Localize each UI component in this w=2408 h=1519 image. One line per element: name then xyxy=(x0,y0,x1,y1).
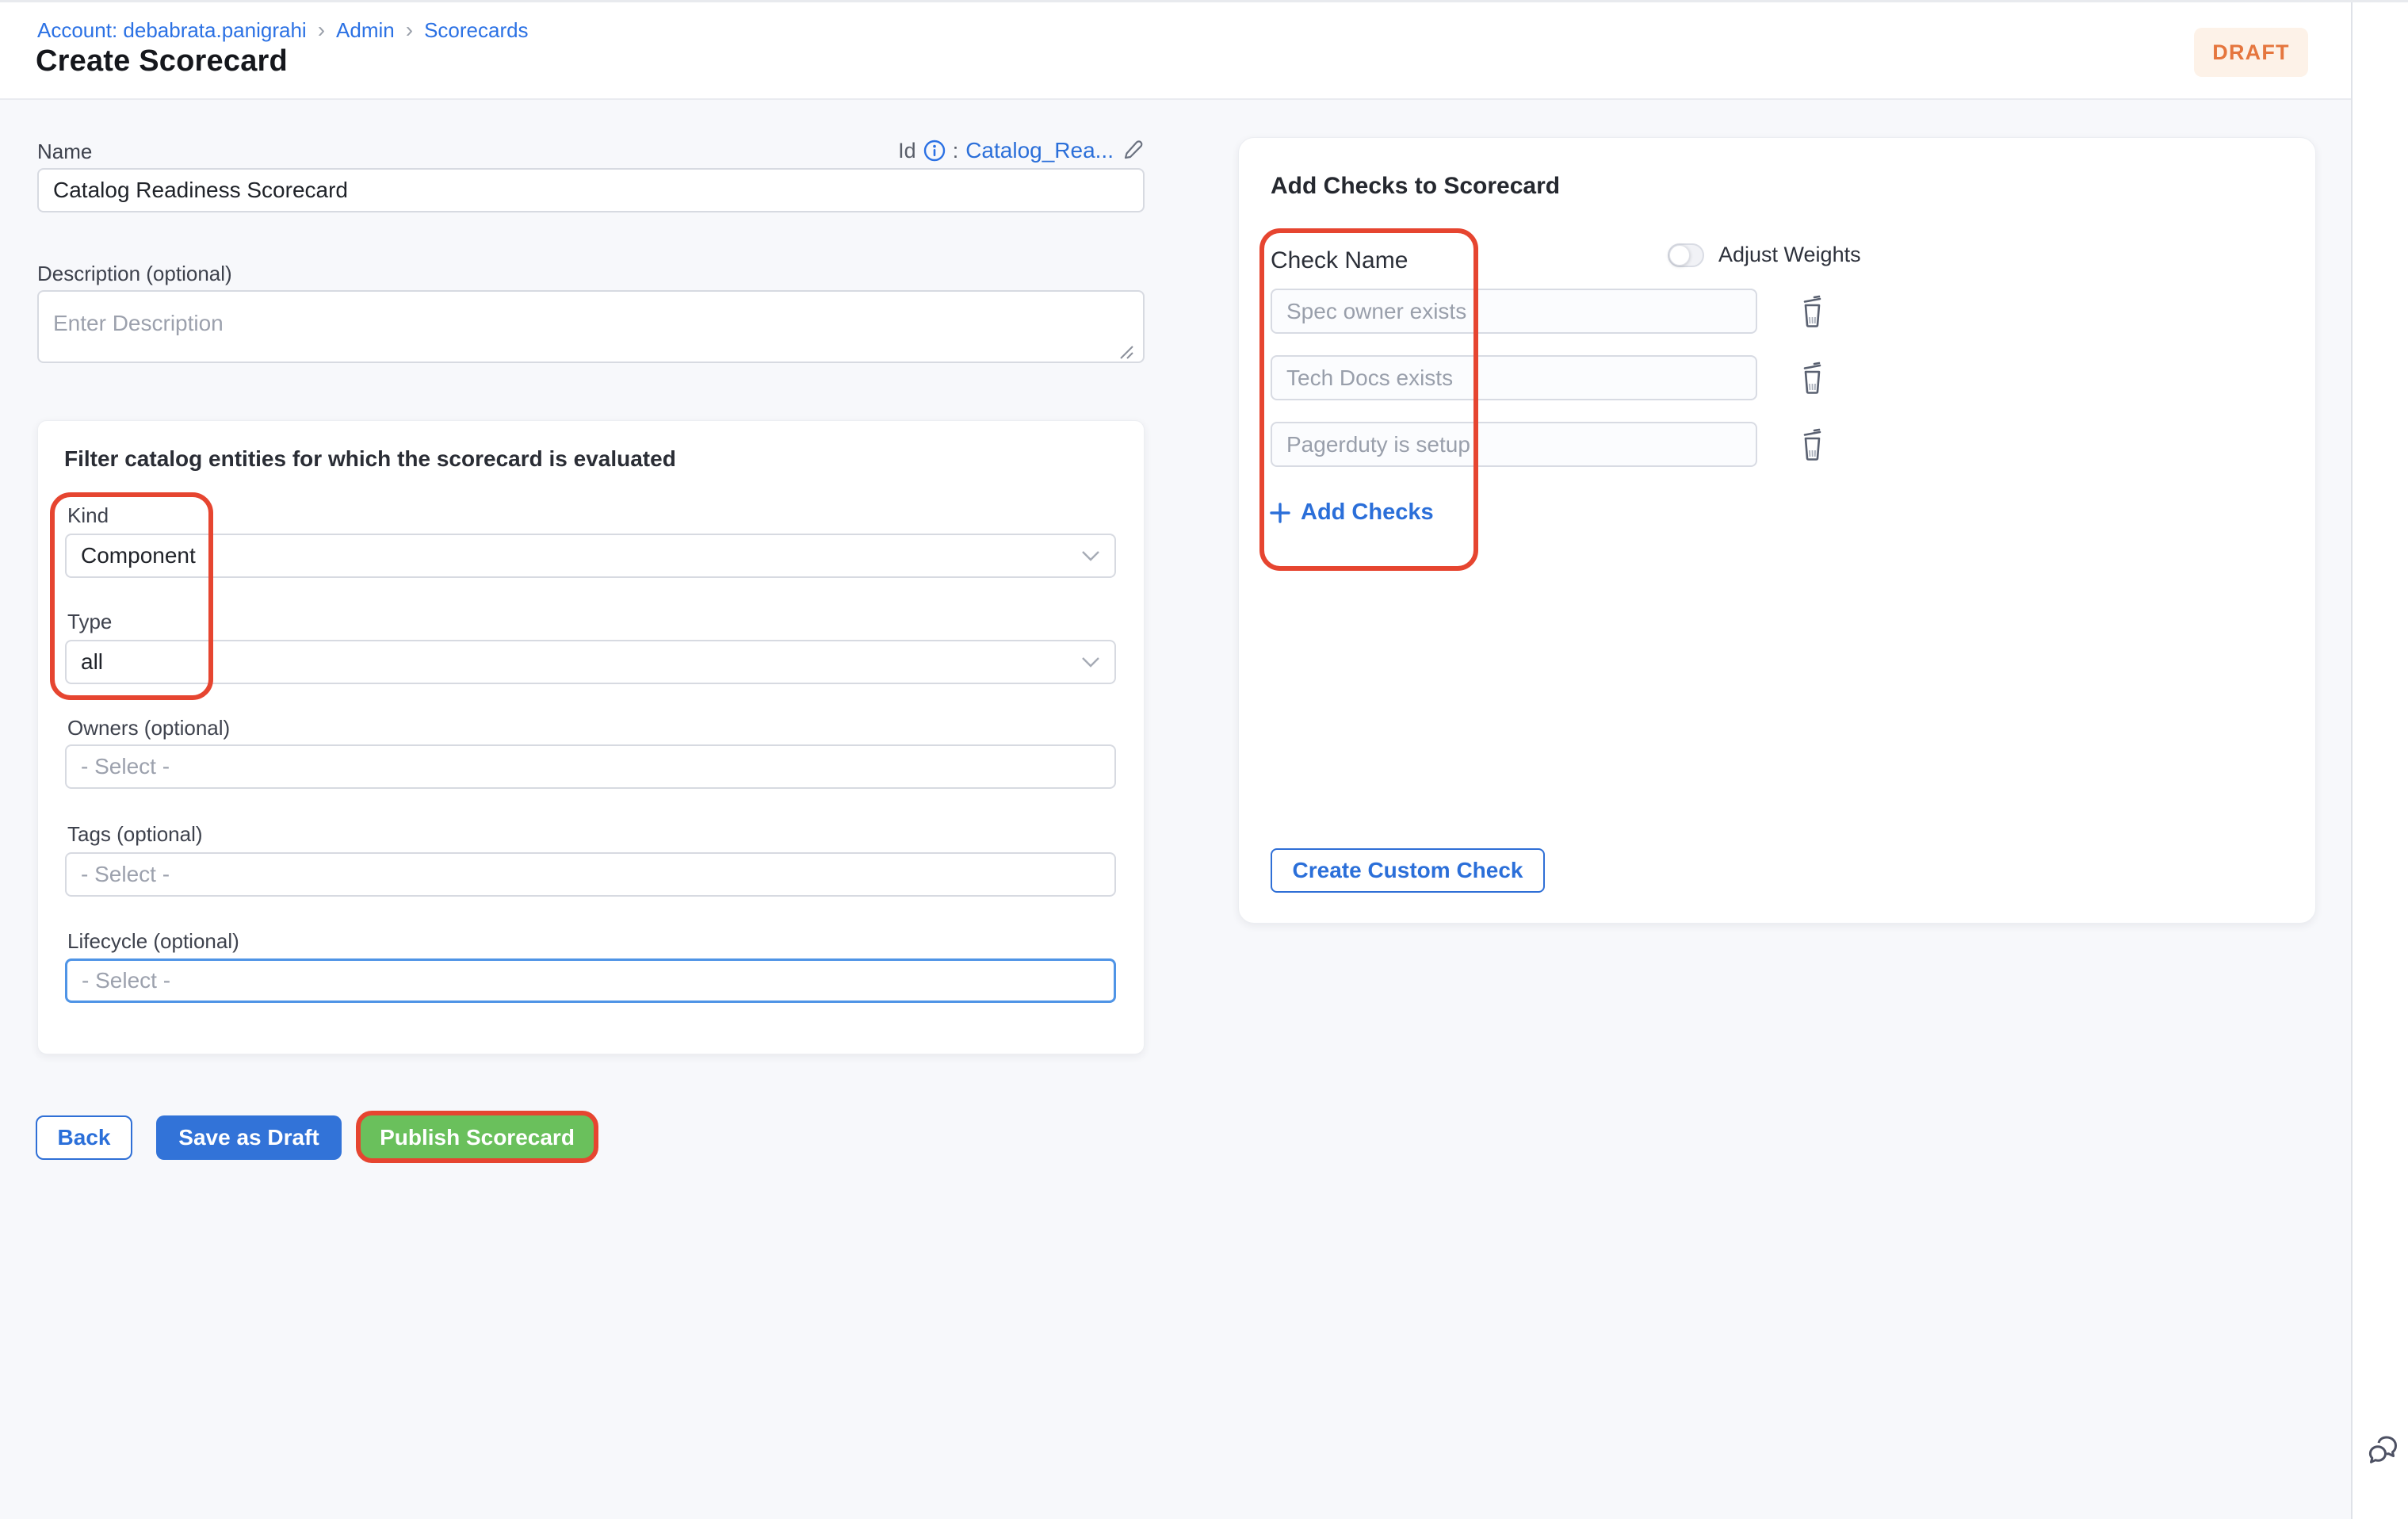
name-input[interactable] xyxy=(37,168,1145,212)
chevron-down-icon xyxy=(1081,550,1100,561)
owners-label: Owners (optional) xyxy=(67,716,230,740)
add-checks-heading: Add Checks to Scorecard xyxy=(1271,173,1560,200)
lifecycle-label: Lifecycle (optional) xyxy=(67,929,239,954)
owners-placeholder: - Select - xyxy=(81,754,170,779)
publish-scorecard-button[interactable]: Publish Scorecard xyxy=(361,1115,594,1160)
name-label: Name xyxy=(37,140,92,164)
scorecard-id-link[interactable]: Catalog_Rea... xyxy=(965,138,1114,163)
toggle-knob xyxy=(1669,245,1690,266)
delete-check-button[interactable] xyxy=(1794,360,1830,396)
tags-label: Tags (optional) xyxy=(67,822,203,847)
trash-icon xyxy=(1797,295,1827,328)
chat-icon xyxy=(2364,1433,2402,1471)
breadcrumb-admin-link[interactable]: Admin xyxy=(336,18,395,43)
trash-icon xyxy=(1797,428,1827,461)
owners-select[interactable]: - Select - xyxy=(65,744,1116,789)
delete-check-button[interactable] xyxy=(1794,293,1830,330)
add-checks-button[interactable]: Add Checks xyxy=(1269,499,1434,526)
adjust-weights-toggle[interactable] xyxy=(1668,243,1704,267)
tags-placeholder: - Select - xyxy=(81,862,170,887)
info-icon[interactable] xyxy=(923,140,946,162)
lifecycle-placeholder: - Select - xyxy=(82,968,170,993)
filter-heading: Filter catalog entities for which the sc… xyxy=(64,446,676,472)
lifecycle-select[interactable]: - Select - xyxy=(65,958,1116,1003)
description-textarea[interactable] xyxy=(37,290,1145,363)
breadcrumb-scorecards-link[interactable]: Scorecards xyxy=(424,18,529,43)
kind-value: Component xyxy=(81,543,196,568)
tags-select[interactable]: - Select - xyxy=(65,852,1116,897)
scorecard-id-row: Id : Catalog_Rea... xyxy=(824,133,1145,168)
type-label: Type xyxy=(67,610,112,634)
page-title: Create Scorecard xyxy=(36,44,288,78)
status-badge: DRAFT xyxy=(2194,28,2308,77)
save-as-draft-button[interactable]: Save as Draft xyxy=(156,1115,342,1160)
add-checks-panel: Add Checks to Scorecard Check Name Adjus… xyxy=(1238,137,2316,924)
breadcrumb-account-link[interactable]: Account: debabrata.panigrahi xyxy=(37,18,307,43)
filter-card: Filter catalog entities for which the sc… xyxy=(37,420,1145,1054)
help-chat-button[interactable] xyxy=(2364,1433,2403,1473)
id-separator: : xyxy=(953,139,959,163)
breadcrumb: Account: debabrata.panigrahi › Admin › S… xyxy=(37,17,529,43)
kind-label: Kind xyxy=(67,503,109,528)
check-name-column-header: Check Name xyxy=(1271,247,1408,274)
right-side-strip xyxy=(2351,0,2408,1519)
type-select[interactable]: all xyxy=(65,640,1116,684)
resize-handle-icon[interactable] xyxy=(1116,342,1135,364)
edit-id-button[interactable] xyxy=(1121,139,1145,163)
add-checks-label: Add Checks xyxy=(1301,499,1434,526)
kind-select[interactable]: Component xyxy=(65,534,1116,578)
back-button[interactable]: Back xyxy=(36,1115,132,1160)
plus-icon xyxy=(1269,502,1291,524)
trash-icon xyxy=(1797,362,1827,395)
description-label: Description (optional) xyxy=(37,262,232,286)
check-name-input[interactable] xyxy=(1271,422,1757,467)
id-label: Id xyxy=(898,139,916,163)
delete-check-button[interactable] xyxy=(1794,427,1830,463)
page-header: Account: debabrata.panigrahi › Admin › S… xyxy=(0,0,2351,100)
pencil-icon xyxy=(1121,139,1145,163)
type-value: all xyxy=(81,649,103,675)
adjust-weights-label: Adjust Weights xyxy=(1718,243,1861,267)
window-top-edge xyxy=(0,0,2408,2)
breadcrumb-separator: › xyxy=(318,17,325,43)
check-name-input[interactable] xyxy=(1271,289,1757,334)
chevron-down-icon xyxy=(1081,656,1100,668)
create-custom-check-button[interactable]: Create Custom Check xyxy=(1271,848,1545,893)
adjust-weights-row: Adjust Weights xyxy=(1668,243,1861,267)
breadcrumb-separator: › xyxy=(406,17,413,43)
check-name-input[interactable] xyxy=(1271,355,1757,400)
